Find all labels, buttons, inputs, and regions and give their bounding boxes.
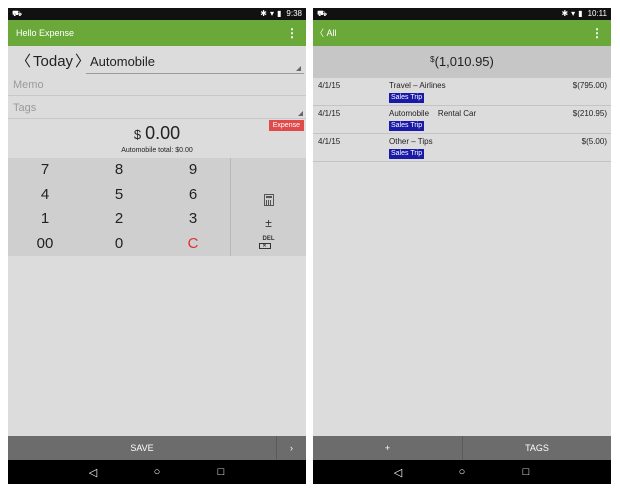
tags-placeholder: Tags	[13, 102, 37, 114]
save-button[interactable]: SAVE	[8, 436, 276, 460]
currency-symbol: $	[430, 55, 435, 64]
item-tag: Sales Trip	[389, 149, 425, 159]
list-item[interactable]: 4/1/15 Automobile Rental Car $(210.95) S…	[313, 106, 611, 134]
tags-field[interactable]: Tags	[8, 97, 306, 119]
total-summary: $(1,010.95)	[313, 46, 611, 78]
bottom-action-bar: SAVE ›	[8, 436, 306, 460]
key-3[interactable]: 3	[156, 207, 230, 232]
system-nav-bar: ◁ ○ □	[8, 460, 306, 484]
function-keys: ± DEL ✕	[230, 158, 306, 256]
nav-back-icon[interactable]: ◁	[85, 466, 101, 479]
date-label[interactable]: Today	[33, 50, 73, 74]
key-1[interactable]: 1	[8, 207, 82, 232]
overflow-menu-icon[interactable]: ⋮	[286, 20, 298, 46]
battery-icon: ▮	[578, 9, 583, 18]
key-8[interactable]: 8	[82, 158, 156, 183]
phone-screen-list: ⛟ ✱ ▾ ▮ 10:11 〈 All ⋮ $(1,010.95) 4/1/15…	[313, 8, 611, 484]
nav-recent-icon[interactable]: □	[518, 466, 534, 478]
notification-icon: ⛟	[317, 9, 328, 18]
next-button[interactable]: ›	[276, 436, 306, 460]
wifi-icon: ▾	[270, 9, 275, 18]
item-amount: $(5.00)	[581, 137, 607, 146]
digit-keys: 7 8 9 4 5 6 1 2 3 00 0 C	[8, 158, 230, 256]
nav-back-icon[interactable]: ◁	[390, 466, 406, 479]
phone-screen-entry: ⛟ ✱ ▾ ▮ 9:38 Hello Expense ⋮ 〈 Today 〉 A…	[8, 8, 306, 484]
key-00[interactable]: 00	[8, 232, 82, 257]
item-description: Other – Tips	[389, 137, 433, 146]
total-value: (1,010.95)	[434, 54, 494, 69]
category-total: Automobile total: $0.00	[121, 147, 193, 154]
key-9[interactable]: 9	[156, 158, 230, 183]
item-description: Travel – Airlines	[389, 81, 446, 90]
key-7[interactable]: 7	[8, 158, 82, 183]
app-bar: Hello Expense ⋮	[8, 20, 306, 46]
dropdown-arrow-icon	[296, 66, 301, 71]
item-amount: $(795.00)	[572, 81, 607, 90]
item-date: 4/1/15	[318, 109, 341, 118]
clock: 9:38	[286, 9, 302, 18]
bottom-action-bar: + TAGS	[313, 436, 611, 460]
key-5[interactable]: 5	[82, 183, 156, 208]
tags-button[interactable]: TAGS	[462, 436, 611, 460]
delete-label: DEL	[262, 236, 275, 242]
clock: 10:11	[587, 9, 607, 18]
key-2[interactable]: 2	[82, 207, 156, 232]
battery-icon: ▮	[277, 9, 282, 18]
bluetooth-icon: ✱	[561, 9, 569, 18]
prev-date-button[interactable]: 〈	[16, 50, 31, 74]
calculator-icon	[263, 194, 274, 206]
bluetooth-icon: ✱	[260, 9, 267, 18]
nav-recent-icon[interactable]: □	[213, 466, 229, 478]
category-value: Automobile	[90, 54, 156, 69]
item-description: Automobile Rental Car	[389, 109, 477, 118]
notification-icon: ⛟	[12, 9, 23, 18]
system-nav-bar: ◁ ○ □	[313, 460, 611, 484]
app-bar: 〈 All ⋮	[313, 20, 611, 46]
key-4[interactable]: 4	[8, 183, 82, 208]
item-tag: Sales Trip	[389, 93, 425, 103]
amount-display: $0.00	[8, 123, 306, 144]
wifi-icon: ▾	[571, 9, 576, 18]
expense-list: 4/1/15 Travel – Airlines $(795.00) Sales…	[313, 78, 611, 162]
backspace-icon: ✕	[258, 243, 271, 249]
item-amount: $(210.95)	[572, 109, 607, 118]
status-bar: ⛟ ✱ ▾ ▮ 9:38	[8, 8, 306, 20]
item-date: 4/1/15	[318, 81, 341, 90]
clear-key[interactable]: C	[156, 232, 230, 257]
item-tag: Sales Trip	[389, 121, 425, 131]
back-to-all-button[interactable]: 〈 All	[315, 20, 337, 46]
list-item[interactable]: 4/1/15 Travel – Airlines $(795.00) Sales…	[313, 78, 611, 106]
dropdown-arrow-icon	[298, 111, 303, 116]
expense-type-toggle[interactable]: Expense	[268, 120, 304, 131]
amount-value: 0.00	[145, 123, 181, 143]
status-bar: ⛟ ✱ ▾ ▮ 10:11	[313, 8, 611, 20]
category-dropdown[interactable]: Automobile	[86, 50, 304, 74]
plus-minus-button[interactable]: ±	[259, 215, 279, 231]
list-item[interactable]: 4/1/15 Other – Tips $(5.00) Sales Trip	[313, 134, 611, 162]
currency-symbol: $	[133, 127, 142, 142]
add-expense-button[interactable]: +	[313, 436, 462, 460]
nav-home-icon[interactable]: ○	[454, 466, 470, 478]
overflow-menu-icon[interactable]: ⋮	[591, 20, 603, 46]
delete-button[interactable]: DEL ✕	[258, 236, 279, 252]
key-6[interactable]: 6	[156, 183, 230, 208]
number-keypad: 7 8 9 4 5 6 1 2 3 00 0 C ± DEL ✕	[8, 158, 306, 256]
item-date: 4/1/15	[318, 137, 341, 146]
nav-home-icon[interactable]: ○	[149, 466, 165, 478]
key-0[interactable]: 0	[82, 232, 156, 257]
date-navigator: 〈 Today 〉	[16, 50, 90, 74]
memo-field[interactable]: Memo	[8, 74, 306, 96]
date-category-row: 〈 Today 〉 Automobile	[8, 50, 306, 74]
app-title: Hello Expense	[16, 28, 75, 38]
calculator-button[interactable]	[259, 194, 279, 210]
